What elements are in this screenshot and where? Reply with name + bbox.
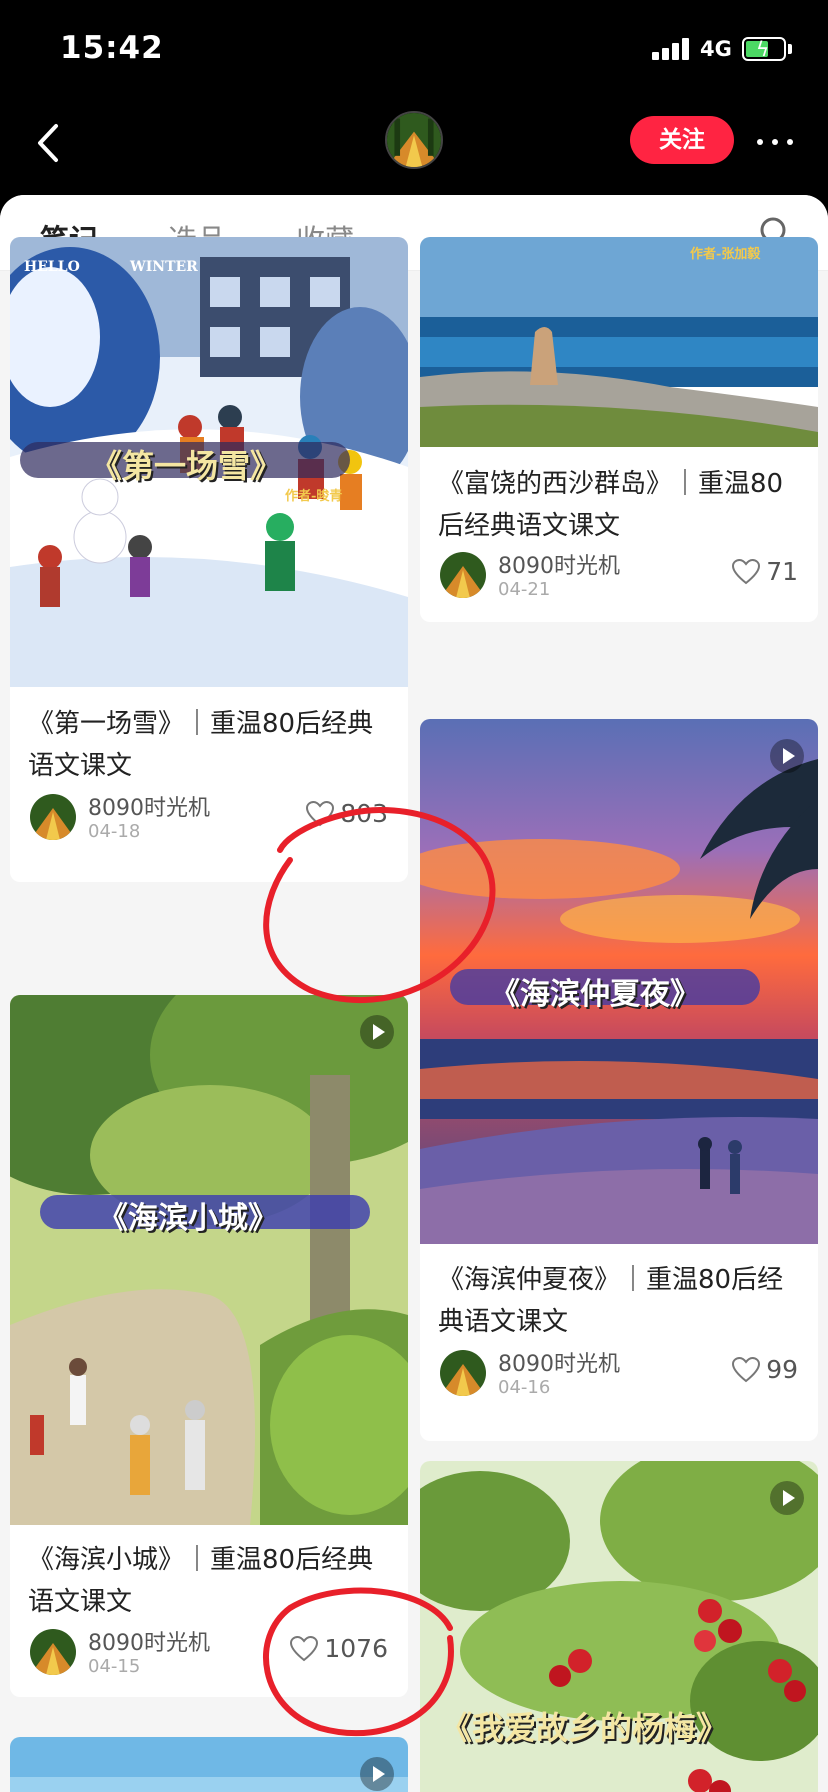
like-count: 1076: [324, 1634, 388, 1663]
video-play-icon: [770, 739, 804, 773]
author-name: 8090时光机: [498, 1352, 620, 1377]
like-button[interactable]: 803: [306, 799, 388, 828]
author-avatar: [440, 1350, 486, 1396]
like-count: 803: [340, 799, 388, 828]
cover-corner-text: WINTER: [130, 259, 198, 275]
cellular-signal-icon: [652, 38, 692, 60]
heart-icon: [290, 1635, 319, 1661]
video-play-icon: [360, 1015, 394, 1049]
like-button[interactable]: 99: [732, 1355, 798, 1384]
like-count: 99: [766, 1355, 798, 1384]
note-date: 04-21: [498, 579, 551, 600]
chevron-left-icon: [38, 124, 58, 162]
note-cover-image: 作者-张加毅: [420, 237, 818, 447]
cover-caption: 作者-张加毅: [690, 247, 761, 262]
note-card[interactable]: HELLO WINTER 《第一场雪》 作者-晙青 《第一场雪》｜重温80后经典…: [10, 237, 408, 882]
note-cover-image: 《海滨仲夏夜》: [420, 719, 818, 1244]
video-play-icon: [360, 1757, 394, 1791]
profile-avatar[interactable]: [385, 111, 443, 169]
nav-bar: 关注: [0, 100, 828, 195]
note-card[interactable]: 《海滨仲夏夜》 《海滨仲夏夜》｜重温80后经典语文课文 8090时光机 04-1…: [420, 719, 818, 1441]
battery-tip: [788, 44, 792, 54]
heart-icon: [732, 1356, 761, 1382]
cover-corner-text: HELLO: [24, 259, 80, 275]
note-title: 《富饶的西沙群岛》｜重温80后经典语文课文: [438, 469, 784, 541]
note-card[interactable]: 《我爱故乡的杨梅》: [420, 1461, 818, 1792]
note-cover-image: 《我爱故乡的杨梅》: [420, 1461, 818, 1792]
cover-caption: 作者-晙青: [285, 489, 343, 504]
more-options-icon[interactable]: [755, 122, 795, 158]
author-avatar: [440, 552, 486, 598]
note-date: 04-18: [88, 821, 141, 842]
like-button[interactable]: 1076: [290, 1634, 388, 1663]
note-title: 《海滨小城》｜重温80后经典语文课文: [28, 1545, 374, 1617]
like-button[interactable]: 71: [732, 557, 798, 586]
profile-content-sheet: 笔记 选品 收藏: [0, 195, 828, 1792]
note-title: 《海滨仲夏夜》｜重温80后经典语文课文: [438, 1265, 784, 1337]
clock: 15:42: [60, 30, 164, 66]
heart-icon: [732, 558, 761, 584]
note-cover-image: 《海滨小城》: [10, 995, 408, 1525]
battery-icon: ϟ: [742, 37, 786, 61]
heart-icon: [306, 800, 335, 826]
note-cover-image: [10, 1737, 408, 1792]
video-play-icon: [770, 1481, 804, 1515]
note-card[interactable]: 作者-张加毅 《富饶的西沙群岛》｜重温80后经典语文课文 8090时光机 04-…: [420, 237, 818, 622]
note-cover-image: HELLO WINTER 《第一场雪》 作者-晙青: [10, 237, 408, 687]
cover-banner-text: 《海滨小城》: [98, 1201, 278, 1236]
cover-banner-text: 《我爱故乡的杨梅》: [440, 1709, 729, 1747]
note-card[interactable]: 《海滨小城》 《海滨小城》｜重温80后经典语文课文 8090时光机 04-15 …: [10, 995, 408, 1697]
author-name: 8090时光机: [498, 554, 620, 579]
cover-banner-text: 《海滨仲夏夜》: [490, 977, 700, 1012]
like-count: 71: [766, 557, 798, 586]
author-name: 8090时光机: [88, 1631, 210, 1656]
back-button[interactable]: [30, 118, 70, 168]
cover-banner-text: 《第一场雪》: [90, 447, 283, 485]
note-date: 04-16: [498, 1377, 551, 1398]
note-date: 04-15: [88, 1656, 141, 1677]
follow-button[interactable]: 关注: [630, 116, 734, 164]
author-avatar: [30, 794, 76, 840]
author-name: 8090时光机: [88, 796, 210, 821]
note-card[interactable]: [10, 1737, 408, 1792]
note-title: 《第一场雪》｜重温80后经典语文课文: [28, 709, 374, 781]
author-avatar: [30, 1629, 76, 1675]
status-bar: 15:42 4G ϟ: [0, 0, 828, 100]
network-type: 4G: [700, 37, 732, 61]
